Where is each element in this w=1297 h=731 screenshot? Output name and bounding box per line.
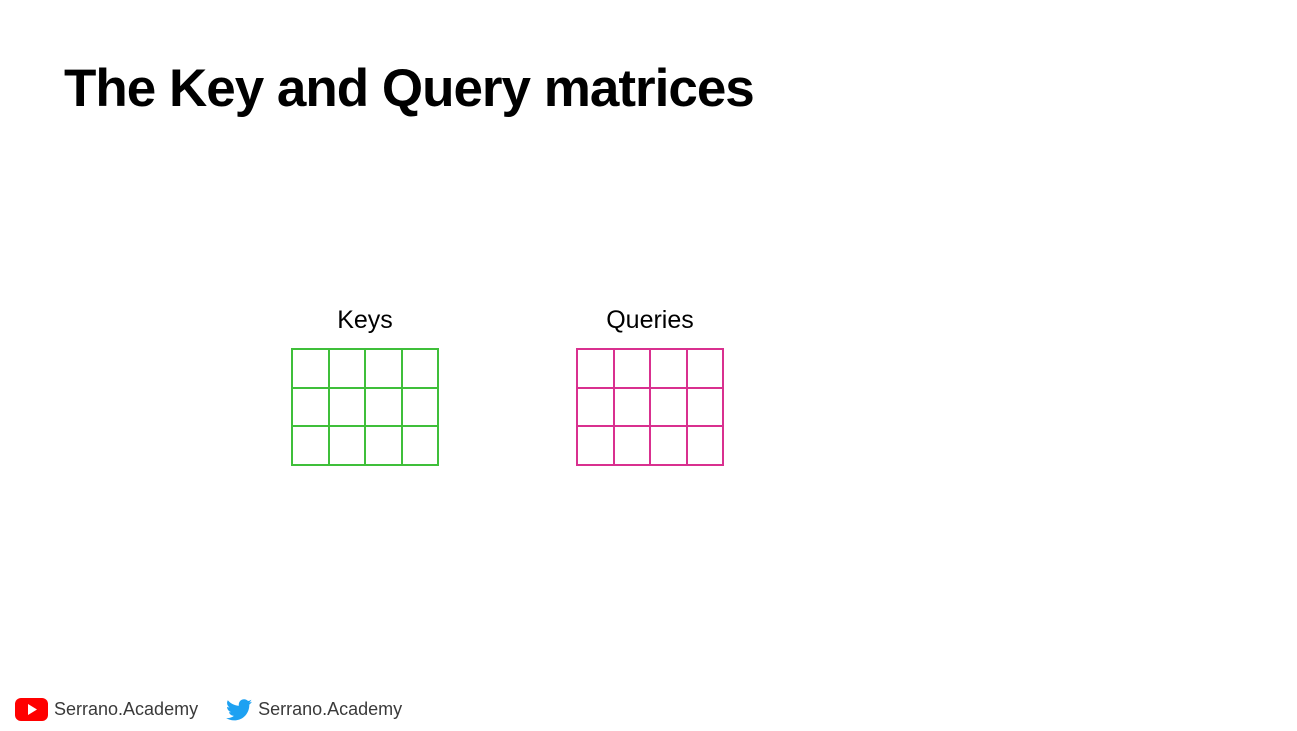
matrix-cell [402,388,439,428]
youtube-handle: Serrano.Academy [54,699,199,719]
keys-matrix-grid [291,348,439,466]
matrix-cell [651,388,688,428]
matrix-cell [687,350,724,389]
matrix-cell [366,350,403,389]
matrix-cell [578,350,615,389]
matrix-cell [293,350,330,389]
footer: Serrano.Academy Serrano.Academy [15,698,430,721]
matrix-cell [651,427,688,466]
matrix-cell [402,427,439,466]
matrix-cell [366,427,403,466]
youtube-credit[interactable]: Serrano.Academy [15,698,198,721]
matrix-cell [614,427,651,466]
matrix-cell [614,388,651,428]
keys-label: Keys [337,306,393,334]
queries-label: Queries [606,306,694,334]
matrix-cell [366,388,403,428]
matrix-cell [293,427,330,466]
matrix-cell [293,388,330,428]
matrix-cell [687,388,724,428]
keys-matrix-block: Keys [291,308,439,466]
queries-matrix-block: Queries [576,308,724,466]
twitter-handle: Serrano.Academy [258,699,403,719]
twitter-credit[interactable]: Serrano.Academy [226,698,403,721]
matrix-cell [614,350,651,389]
matrix-cell [402,350,439,389]
matrix-cell [651,350,688,389]
matrix-cell [329,427,366,466]
twitter-icon [226,698,253,720]
matrix-cell [578,388,615,428]
matrix-cell [687,427,724,466]
youtube-icon [15,698,48,721]
queries-matrix-grid [576,348,724,466]
matrix-cell [578,427,615,466]
matrix-cell [329,388,366,428]
matrix-cell [329,350,366,389]
slide-title: The Key and Query matrices [64,59,755,118]
